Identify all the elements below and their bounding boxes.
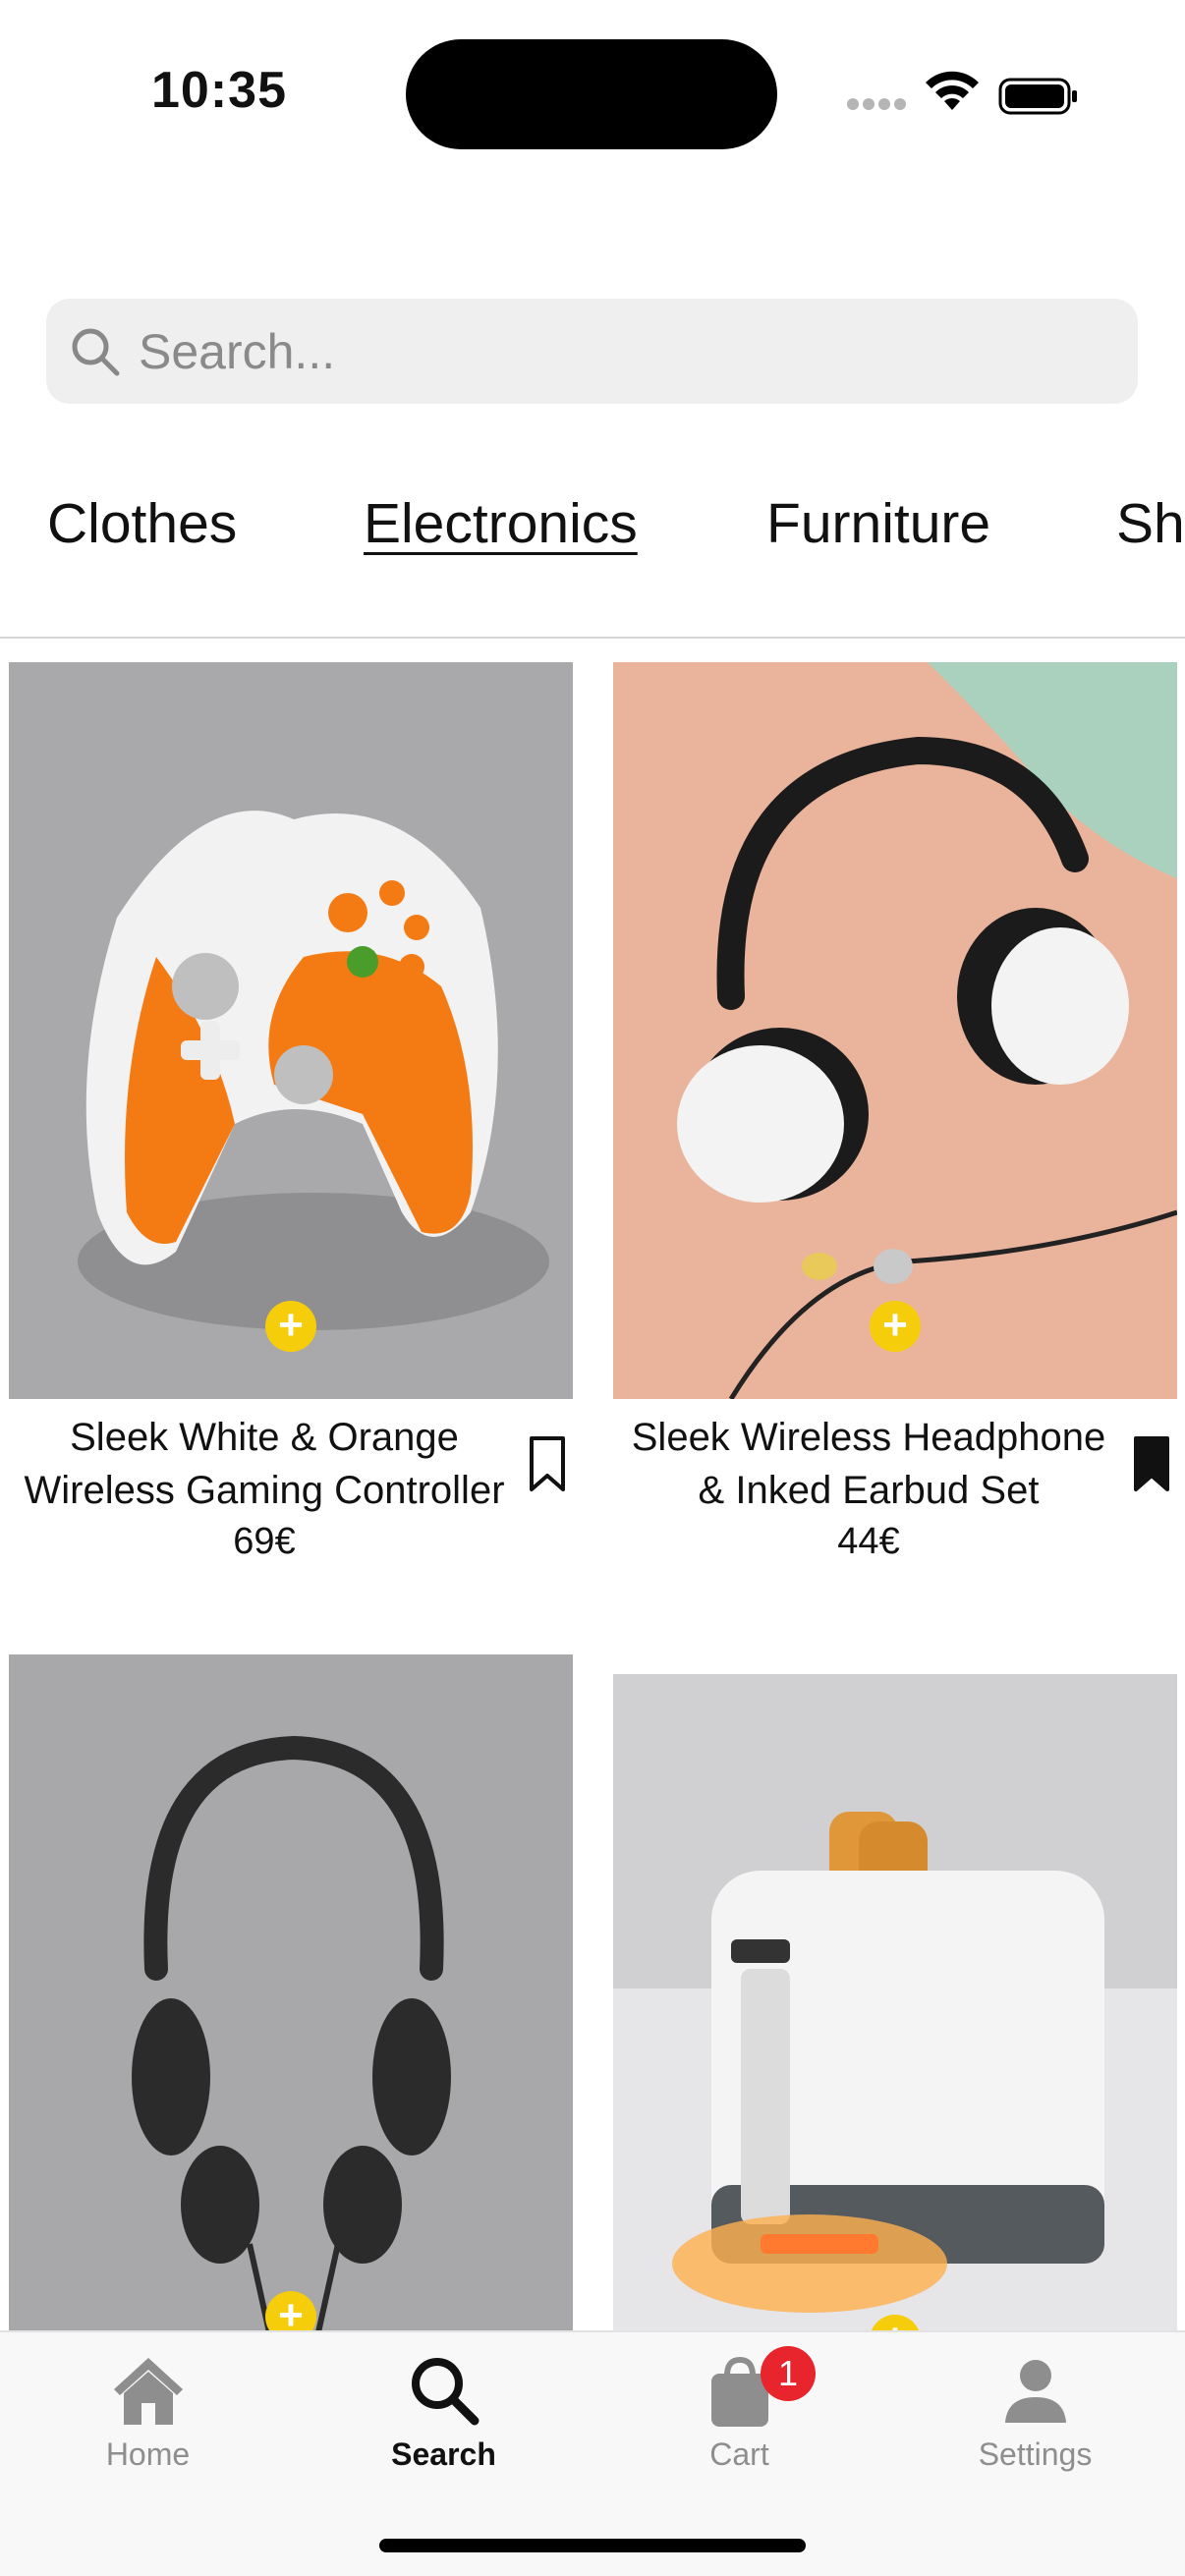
- product-image-wired-headphones[interactable]: [9, 1654, 573, 2332]
- category-tab-clothes[interactable]: Clothes: [47, 491, 237, 556]
- add-to-cart-button[interactable]: +: [870, 1301, 921, 1352]
- product-image-controller[interactable]: [9, 662, 573, 1399]
- tab-search[interactable]: Search: [296, 2332, 592, 2480]
- product-card-controller[interactable]: + Sleek White & Orange Wireless Gaming C…: [9, 662, 573, 1586]
- product-card-headphones[interactable]: + Sleek Wireless Headphone & Inked Earbu…: [613, 662, 1177, 1586]
- home-indicator: [379, 2539, 806, 2552]
- product-name-line2: Wireless Gaming Controller: [24, 1469, 505, 1512]
- dynamic-island: [406, 39, 777, 149]
- product-price: 69€: [233, 1521, 296, 1562]
- person-icon: [1005, 2360, 1066, 2423]
- category-tab-partial[interactable]: Sh: [1116, 491, 1185, 556]
- tab-settings[interactable]: Settings: [887, 2332, 1183, 2480]
- product-card-toaster[interactable]: +: [613, 1674, 1177, 2366]
- tab-search-label: Search: [391, 2436, 496, 2472]
- cellular-signal-icon: [847, 98, 908, 112]
- tab-settings-label: Settings: [978, 2436, 1093, 2472]
- category-tab-furniture[interactable]: Furniture: [766, 491, 990, 556]
- product-name-line1: Sleek White & Orange: [70, 1416, 459, 1459]
- tab-cart-label: Cart: [709, 2436, 769, 2472]
- tab-home-label: Home: [105, 2436, 191, 2472]
- tab-home[interactable]: Home: [0, 2332, 296, 2480]
- category-tab-electronics[interactable]: Electronics: [364, 491, 638, 556]
- tab-cart[interactable]: 1 Cart: [592, 2332, 887, 2480]
- product-name-line1: Sleek Wireless Headphone: [631, 1416, 1106, 1459]
- search-icon: [72, 328, 120, 376]
- add-to-cart-button[interactable]: +: [265, 1301, 316, 1352]
- bookmark-outline-icon[interactable]: [528, 1434, 567, 1493]
- product-image-toaster[interactable]: [613, 1674, 1177, 2332]
- house-icon: [114, 2358, 183, 2425]
- status-bar: 10:35: [0, 0, 1185, 177]
- cart-badge: 1: [761, 2346, 816, 2401]
- search-input[interactable]: [139, 299, 1101, 404]
- category-tabs: Clothes Electronics Furniture Sh: [0, 491, 1185, 580]
- wifi-icon: [926, 71, 979, 110]
- battery-icon: [998, 78, 1077, 115]
- divider: [0, 637, 1185, 639]
- product-image-headphones[interactable]: [613, 662, 1177, 1399]
- status-time: 10:35: [151, 62, 287, 119]
- bookmark-filled-icon[interactable]: [1132, 1434, 1171, 1493]
- product-name-line2: & Inked Earbud Set: [698, 1469, 1040, 1512]
- product-card-wired-headphones[interactable]: +: [9, 1654, 573, 2342]
- search-bar[interactable]: [46, 299, 1138, 404]
- product-price: 44€: [837, 1521, 900, 1562]
- search-icon: [412, 2358, 480, 2426]
